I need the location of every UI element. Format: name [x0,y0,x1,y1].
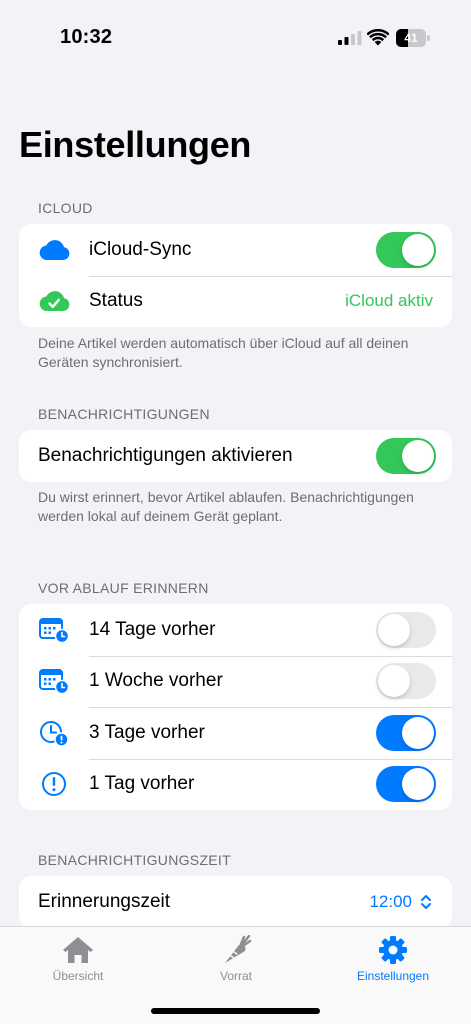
home-indicator [151,1008,320,1014]
reminder-label-3-days: 3 Tage vorher [89,721,205,743]
section-header-reminders: VOR ABLAUF ERINNERN [38,580,209,596]
battery-icon: 41 [396,29,430,47]
tab-vorrat[interactable]: Vorrat [176,935,296,983]
reminder-label-1-week: 1 Woche vorher [89,670,223,692]
reminder-toggle-3-days[interactable] [376,714,436,751]
calendar-clock-icon [37,615,71,645]
tab-einstellungen[interactable]: Einstellungen [333,935,453,983]
reminder-row-1-week: 1 Woche vorher [19,655,452,708]
reminder-row-3-days: 3 Tage vorher [19,707,452,759]
tab-uebersicht[interactable]: Übersicht [18,935,138,983]
house-icon [63,937,93,963]
page-title: Einstellungen [19,124,252,165]
section-header-notification-time: BENACHRICHTIGUNGSZEIT [38,852,231,868]
icloud-status-row: Status iCloud aktiv [19,275,452,328]
carrot-icon [225,935,252,963]
section-header-icloud: ICLOUD [38,200,93,216]
wifi-icon [367,29,389,46]
icloud-status-value: iCloud aktiv [345,291,433,311]
clock-badge-exclamation-icon [37,718,71,748]
status-bar: 10:32 41 [0,0,471,80]
reminders-card: 14 Tage vorher 1 Woche vorher 3 Tage vor… [19,604,452,810]
tab-label-vorrat: Vorrat [219,969,252,983]
icloud-footer: Deine Artikel werden automatisch über iC… [38,335,409,370]
icloud-sync-row: iCloud-Sync [19,224,452,276]
notification-time-label: Erinnerungszeit [38,890,171,912]
reminder-label-14-days: 14 Tage vorher [89,618,216,640]
reminder-toggle-1-week[interactable] [376,663,436,700]
tab-label-uebersicht: Übersicht [52,969,104,983]
status-time: 10:32 [60,26,113,48]
chevron-up-down-icon [421,895,431,909]
gear-icon [379,936,407,964]
calendar-clock-icon [37,666,71,696]
notifications-enable-row: Benachrichtigungen aktivieren [19,430,452,482]
reminder-row-1-day: 1 Tag vorher [19,758,452,811]
tab-label-einstellungen: Einstellungen [356,969,430,983]
cloud-icon [37,235,71,265]
icloud-card: iCloud-Sync Status iCloud aktiv [19,224,452,327]
reminder-toggle-1-day[interactable] [376,766,436,803]
notification-time-value[interactable]: 12:00 [369,892,412,912]
icloud-status-label: Status [89,290,143,312]
reminder-label-1-day: 1 Tag vorher [89,773,195,795]
cloud-checkmark-icon [37,286,71,316]
notifications-card: Benachrichtigungen aktivieren [19,430,452,482]
notifications-enable-toggle[interactable] [376,437,436,474]
notifications-footer: Du wirst erinnert, bevor Artikel ablaufe… [38,489,414,524]
icloud-sync-label: iCloud-Sync [89,238,192,260]
notification-time-card: Erinnerungszeit 12:00 [19,876,452,928]
exclamation-circle-icon [37,769,71,799]
notifications-enable-label: Benachrichtigungen aktivieren [38,444,293,466]
cellular-signal-icon [338,31,362,45]
reminder-row-14-days: 14 Tage vorher [19,604,452,656]
reminder-toggle-14-days[interactable] [376,611,436,648]
section-header-notifications: BENACHRICHTIGUNGEN [38,406,210,422]
battery-level: 41 [404,31,418,45]
notification-time-row[interactable]: Erinnerungszeit 12:00 [19,876,452,928]
icloud-sync-toggle[interactable] [376,231,436,268]
